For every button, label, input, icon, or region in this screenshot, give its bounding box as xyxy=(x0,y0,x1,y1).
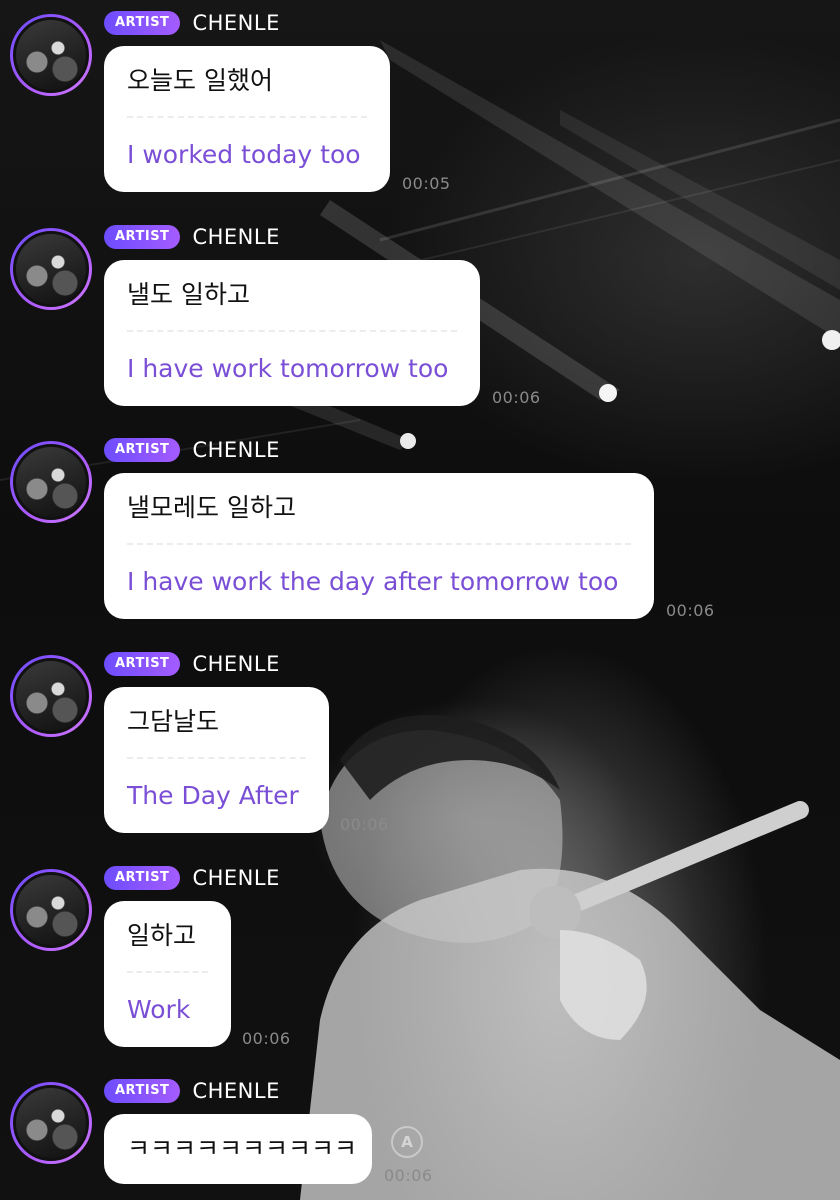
message-text: ㅋㅋㅋㅋㅋㅋㅋㅋㅋㅋ xyxy=(127,1134,358,1163)
message-timestamp: 00:06 xyxy=(242,1029,291,1048)
artist-avatar[interactable] xyxy=(10,228,92,310)
artist-badge: ARTIST xyxy=(104,11,181,35)
artist-avatar[interactable] xyxy=(10,14,92,96)
message-bubble[interactable]: 낼도 일하고 I have work tomorrow too xyxy=(104,260,480,406)
artist-badge: ARTIST xyxy=(104,438,181,462)
message-bubble[interactable]: 일하고 Work xyxy=(104,901,231,1047)
artist-avatar[interactable] xyxy=(10,441,92,523)
sender-name: CHENLE xyxy=(192,1079,280,1103)
translation-text: I have work tomorrow too xyxy=(127,354,449,383)
message-text: 오늘도 일했어 xyxy=(127,66,273,95)
message-bubble[interactable]: 오늘도 일했어 I worked today too xyxy=(104,46,390,192)
sender-name: CHENLE xyxy=(192,11,280,35)
translation-text: I have work the day after tomorrow too xyxy=(127,567,619,596)
message-text: 그담날도 xyxy=(127,707,220,736)
artist-badge: ARTIST xyxy=(104,866,181,890)
sender-name: CHENLE xyxy=(192,866,280,890)
artist-avatar[interactable] xyxy=(10,1082,92,1164)
message-timestamp: 00:06 xyxy=(384,1166,433,1185)
artist-badge: ARTIST xyxy=(104,225,181,249)
sender-name: CHENLE xyxy=(192,652,280,676)
artist-badge: ARTIST xyxy=(104,1079,181,1103)
message-bubble[interactable]: 낼모레도 일하고 I have work the day after tomor… xyxy=(104,473,654,619)
message-text: 낼모레도 일하고 xyxy=(127,493,296,522)
message-text: 일하고 xyxy=(127,921,197,950)
message-text: 낼도 일하고 xyxy=(127,280,250,309)
artist-badge: ARTIST xyxy=(104,652,181,676)
message-timestamp: 00:06 xyxy=(340,815,389,834)
sender-name: CHENLE xyxy=(192,225,280,249)
translation-text: Work xyxy=(127,995,191,1024)
artist-avatar[interactable] xyxy=(10,655,92,737)
message-timestamp: 00:05 xyxy=(402,174,451,193)
artist-avatar[interactable] xyxy=(10,869,92,951)
translation-text: The Day After xyxy=(127,781,299,810)
message-timestamp: 00:06 xyxy=(492,388,541,407)
message-timestamp: 00:06 xyxy=(666,601,715,620)
translation-text: I worked today too xyxy=(127,140,361,169)
message-bubble[interactable]: 그담날도 The Day After xyxy=(104,687,329,833)
translate-icon[interactable]: A xyxy=(391,1126,423,1158)
sender-name: CHENLE xyxy=(192,438,280,462)
message-bubble[interactable]: ㅋㅋㅋㅋㅋㅋㅋㅋㅋㅋ xyxy=(104,1114,372,1184)
